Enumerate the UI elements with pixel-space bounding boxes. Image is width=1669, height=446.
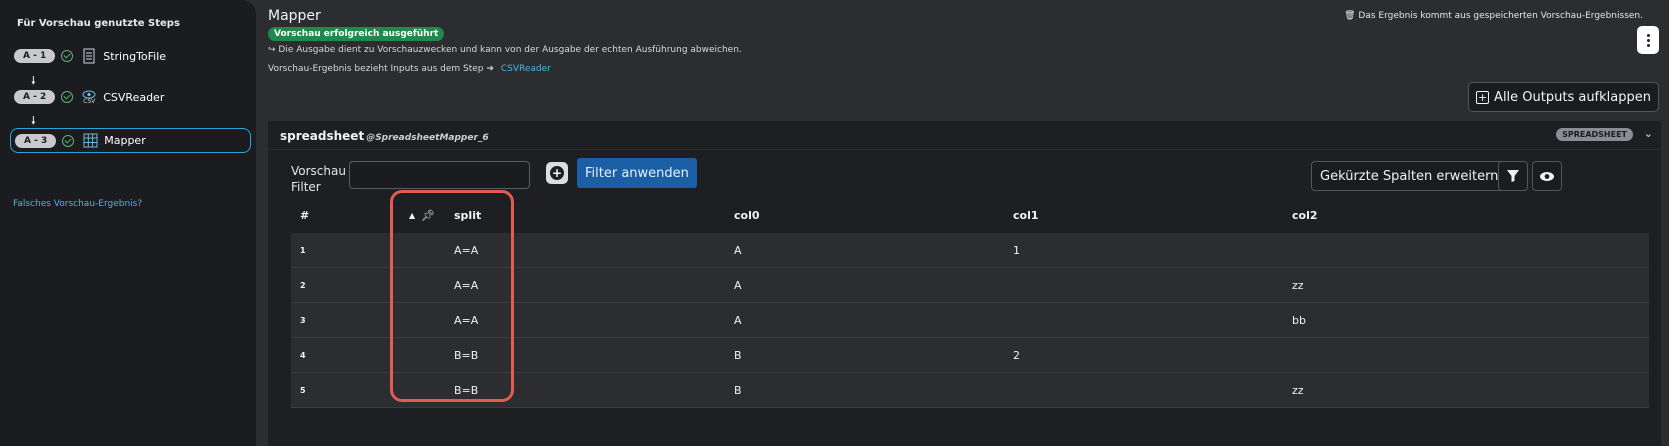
cell-split: A=A (454, 278, 479, 292)
plus-square-icon: + (1476, 90, 1490, 104)
wrong-preview-link[interactable]: Falsches Vorschau-Ergebnis? (13, 199, 142, 209)
plus-circle-icon: + (550, 166, 564, 180)
sort-ascending-icon[interactable]: ▲ (409, 211, 415, 220)
table-header-row: # ▲ 📌︎ split col0 col1 col2 (291, 198, 1649, 233)
kebab-dot-icon (1646, 38, 1650, 42)
kebab-dot-icon (1646, 43, 1650, 47)
input-source-link[interactable]: CSVReader (501, 64, 551, 74)
add-filter-button[interactable]: + (546, 162, 568, 184)
expand-truncated-columns-button[interactable]: Gekürzte Spalten erweitern (1311, 161, 1508, 191)
cell-col1: 1 (1013, 243, 1020, 257)
table-row: 1 A=A A 1 (291, 233, 1649, 268)
check-circle-icon (61, 91, 74, 103)
table-row: 5 B=B B zz (291, 373, 1649, 408)
eye-csv-icon: CSV (80, 88, 98, 106)
data-table: # ▲ 📌︎ split col0 col1 col2 1 A=A A 1 2 … (291, 198, 1649, 408)
column-header-col1[interactable]: col1 (1013, 198, 1039, 233)
step-item-string-to-file[interactable]: A - 1 StringToFile (10, 45, 166, 67)
column-header-controls: ▲ 📌︎ (409, 198, 435, 233)
funnel-icon (1507, 170, 1519, 182)
cell-col1: 2 (1013, 348, 1020, 362)
expand-all-label: Alle Outputs aufklappen (1494, 89, 1651, 105)
cell-split: A=A (454, 313, 479, 327)
column-header-split[interactable]: split (454, 198, 481, 233)
step-label: StringToFile (103, 49, 167, 63)
input-source-info: Vorschau-Ergebnis bezieht Inputs aus dem… (268, 64, 551, 74)
row-index: 3 (300, 315, 306, 325)
table-row: 2 A=A A zz (291, 268, 1649, 303)
step-label: CSVReader (103, 90, 165, 104)
eye-icon (1540, 171, 1554, 181)
chevron-down-icon[interactable]: ⌄ (1644, 127, 1653, 140)
output-panel-header[interactable]: spreadsheet @SpreadsheetMapper_6 SPREADSH… (268, 121, 1661, 150)
sidebar-title: Für Vorschau genutzte Steps (17, 18, 180, 29)
csv-icon-text: CSV (83, 97, 96, 105)
cell-col0: A (734, 313, 742, 327)
check-circle-icon (62, 134, 75, 147)
cell-col0: B (734, 348, 742, 362)
column-header-col2[interactable]: col2 (1292, 198, 1318, 233)
expand-all-outputs-button[interactable]: + Alle Outputs aufklappen (1468, 82, 1659, 112)
step-badge: A - 2 (14, 90, 56, 104)
column-header-col0[interactable]: col0 (734, 198, 760, 233)
column-header-index: # (300, 209, 310, 222)
cell-col2: zz (1292, 278, 1304, 292)
step-label: Mapper (104, 134, 146, 147)
preview-disclaimer: ↪ Die Ausgabe dient zu Vorschauzwecken u… (268, 45, 742, 55)
file-lines-icon (80, 47, 98, 65)
output-name: spreadsheet (280, 129, 365, 143)
cell-split: B=B (454, 383, 479, 397)
table-row: 4 B=B B 2 (291, 338, 1649, 373)
input-source-text: Vorschau-Ergebnis bezieht Inputs aus dem… (268, 64, 484, 74)
row-index: 5 (300, 385, 306, 395)
row-index: 4 (300, 350, 306, 360)
column-visibility-button[interactable] (1532, 161, 1562, 191)
preview-filter-input[interactable] (349, 161, 530, 189)
step-item-mapper[interactable]: A - 3 Mapper (10, 128, 251, 153)
table-icon (81, 132, 99, 150)
table-row: 3 A=A A bb (291, 303, 1649, 338)
output-title: spreadsheet @SpreadsheetMapper_6 (280, 129, 489, 143)
cell-col0: A (734, 278, 742, 292)
step-badge: A - 1 (14, 49, 56, 63)
status-badge: Vorschau erfolgreich ausgeführt (268, 27, 445, 41)
step-badge: A - 3 (15, 133, 57, 148)
cell-col2: bb (1292, 313, 1306, 327)
page-title: Mapper (268, 8, 321, 24)
apply-filter-button[interactable]: Filter anwenden (577, 158, 697, 188)
output-panel: spreadsheet @SpreadsheetMapper_6 SPREADSH… (268, 121, 1661, 446)
arrow-right-icon: ➔ (486, 64, 494, 74)
cell-split: A=A (454, 243, 479, 257)
more-options-button[interactable] (1637, 26, 1659, 54)
preview-filter-label-line1: Vorschau (291, 164, 346, 178)
preview-filter-label: Vorschau Filter (291, 163, 346, 195)
output-type-badge: SPREADSHEET (1556, 128, 1633, 141)
main-content: Mapper Vorschau erfolgreich ausgeführt ↪… (256, 0, 1669, 446)
output-source: @SpreadsheetMapper_6 (366, 133, 489, 143)
cell-split: B=B (454, 348, 479, 362)
kebab-dot-icon (1646, 33, 1650, 37)
filter-toggle-button[interactable] (1498, 161, 1528, 191)
check-circle-icon (61, 50, 74, 62)
pin-icon[interactable]: 📌︎ (421, 209, 435, 222)
cell-col0: B (734, 383, 742, 397)
step-item-csv-reader[interactable]: A - 2 CSV CSVReader (10, 86, 164, 108)
row-index: 1 (300, 245, 306, 255)
cell-col2: zz (1292, 383, 1304, 397)
cell-col0: A (734, 243, 742, 257)
cached-result-note: 🗑 Das Ergebnis kommt aus gespeicherten V… (1344, 11, 1643, 21)
sidebar: Für Vorschau genutzte Steps A - 1 String… (0, 0, 256, 446)
row-index: 2 (300, 280, 306, 290)
preview-filter-label-line2: Filter (291, 180, 321, 194)
